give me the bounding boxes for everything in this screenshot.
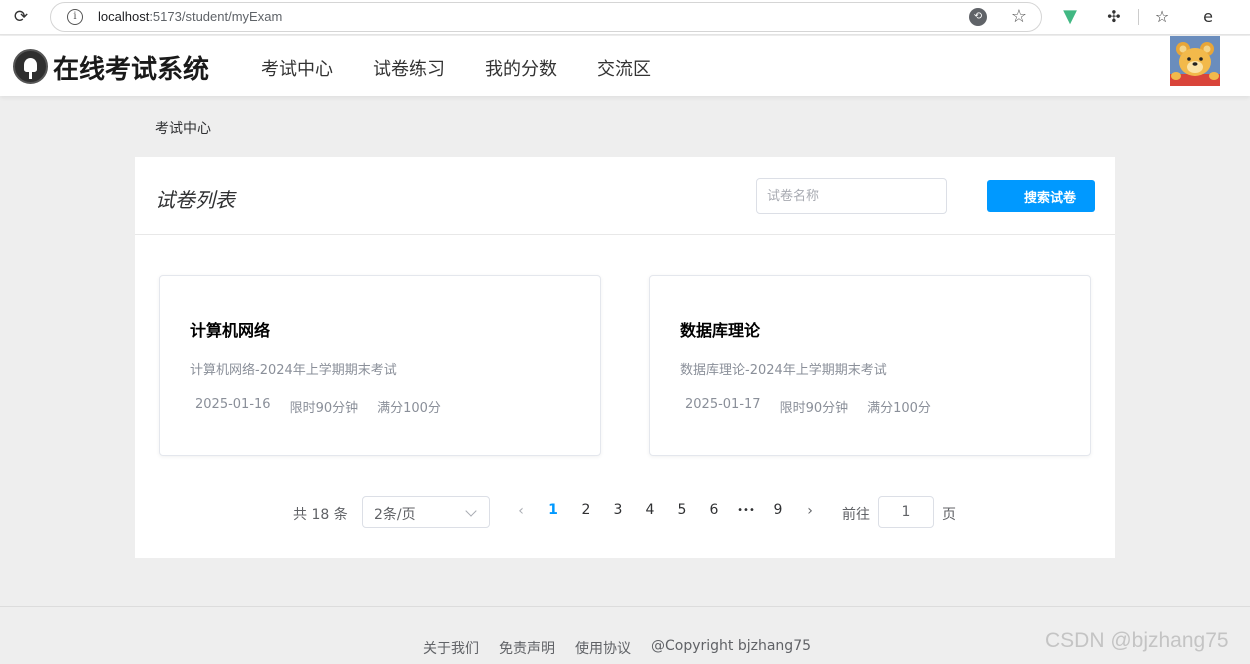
exam-description: 数据库理论-2024年上学期期末考试 xyxy=(680,363,887,378)
footer-link-disclaimer[interactable]: 免责声明 xyxy=(499,638,555,658)
more-pages-icon[interactable]: ••• xyxy=(732,505,760,516)
page-suffix: 页 xyxy=(942,507,956,523)
watermark: CSDN @bjzhang75 xyxy=(1045,629,1229,652)
favorites-icon[interactable]: ☆ xyxy=(1150,5,1174,29)
page-number[interactable]: 2 xyxy=(572,502,600,518)
nav-item-exam-center[interactable]: 考试中心 xyxy=(261,55,333,81)
exam-title: 数据库理论 xyxy=(680,321,761,340)
logo-text: 在线考试系统 xyxy=(53,55,210,85)
exam-time-limit: 限时90分钟 xyxy=(289,401,359,416)
exam-full-score: 满分100分 xyxy=(377,401,441,416)
nav-item-my-scores[interactable]: 我的分数 xyxy=(485,55,557,81)
footer-link-terms[interactable]: 使用协议 xyxy=(575,638,631,658)
nav-item-forum[interactable]: 交流区 xyxy=(597,55,651,81)
footer-divider xyxy=(0,606,1250,607)
vue-devtools-icon[interactable]: ▼ xyxy=(1058,5,1082,29)
search-button[interactable]: 搜索试卷 xyxy=(987,180,1095,212)
extensions-icon[interactable]: ✣ xyxy=(1102,5,1126,29)
divider xyxy=(135,234,1115,235)
exam-full-score: 满分100分 xyxy=(867,401,931,416)
exam-date: 2025-01-16 xyxy=(195,397,271,412)
prev-page-button[interactable]: ‹ xyxy=(511,503,531,519)
breadcrumb[interactable]: 考试中心 xyxy=(155,118,211,138)
exam-meta: 2025-01-16 限时90分钟 满分100分 xyxy=(195,397,460,416)
exam-date: 2025-01-17 xyxy=(685,397,761,412)
url-host: localhost xyxy=(98,9,150,24)
page-number[interactable]: 3 xyxy=(604,502,632,518)
exam-card[interactable]: 数据库理论 数据库理论-2024年上学期期末考试 2025-01-17 限时90… xyxy=(649,275,1091,456)
toolbar-divider xyxy=(1138,9,1139,25)
reload-icon[interactable]: ⟳ xyxy=(10,6,32,28)
page-number[interactable]: 5 xyxy=(668,502,696,518)
address-bar[interactable]: i localhost:5173/student/myExam ⟲ ☆ xyxy=(50,2,1042,32)
page-title: 试卷列表 xyxy=(155,188,235,212)
exam-meta: 2025-01-17 限时90分钟 满分100分 xyxy=(685,397,950,416)
nav-item-practice[interactable]: 试卷练习 xyxy=(373,55,445,81)
translate-icon[interactable]: ⟲ xyxy=(969,8,987,26)
next-page-button[interactable]: › xyxy=(800,503,820,519)
logo-icon xyxy=(13,49,48,84)
star-icon[interactable]: ☆ xyxy=(1011,6,1027,27)
avatar[interactable] xyxy=(1170,36,1220,86)
page-size-value: 2条/页 xyxy=(374,507,416,523)
page-number[interactable]: 6 xyxy=(700,502,728,518)
page-number[interactable]: 1 xyxy=(539,502,567,518)
page-size-select[interactable]: 2条/页 xyxy=(362,496,490,528)
chevron-down-icon xyxy=(465,505,477,517)
exam-list-panel: 试卷列表 搜索试卷 计算机网络 计算机网络-2024年上学期期末考试 2025-… xyxy=(135,157,1115,558)
exam-description: 计算机网络-2024年上学期期末考试 xyxy=(190,363,397,378)
search-input[interactable] xyxy=(756,178,947,214)
app-header: 在线考试系统 考试中心 试卷练习 我的分数 交流区 xyxy=(0,36,1250,96)
goto-label: 前往 xyxy=(842,507,870,523)
page-number[interactable]: 9 xyxy=(764,502,792,518)
footer-link-about[interactable]: 关于我们 xyxy=(423,638,479,658)
exam-card[interactable]: 计算机网络 计算机网络-2024年上学期期末考试 2025-01-16 限时90… xyxy=(159,275,601,456)
page-number[interactable]: 4 xyxy=(636,502,664,518)
pagination: 共 18 条 2条/页 ‹ 1 2 3 4 5 6 ••• 9 › 前往 页 xyxy=(135,496,1115,528)
main-nav: 考试中心 试卷练习 我的分数 交流区 xyxy=(261,55,691,81)
exam-time-limit: 限时90分钟 xyxy=(779,401,849,416)
url-text[interactable]: localhost:5173/student/myExam xyxy=(98,9,282,24)
exam-title: 计算机网络 xyxy=(190,321,271,340)
edge-icon[interactable]: e xyxy=(1196,5,1220,29)
footer-links: 关于我们 免责声明 使用协议 @Copyright bjzhang75 xyxy=(423,638,831,658)
info-icon[interactable]: i xyxy=(67,9,83,25)
footer-copyright: @Copyright bjzhang75 xyxy=(651,638,812,654)
goto-page-input[interactable] xyxy=(878,496,934,528)
url-path: :5173/student/myExam xyxy=(149,9,283,24)
pagination-total: 共 18 条 xyxy=(293,507,348,523)
browser-toolbar: ⟳ i localhost:5173/student/myExam ⟲ ☆ ▼ … xyxy=(0,0,1250,35)
